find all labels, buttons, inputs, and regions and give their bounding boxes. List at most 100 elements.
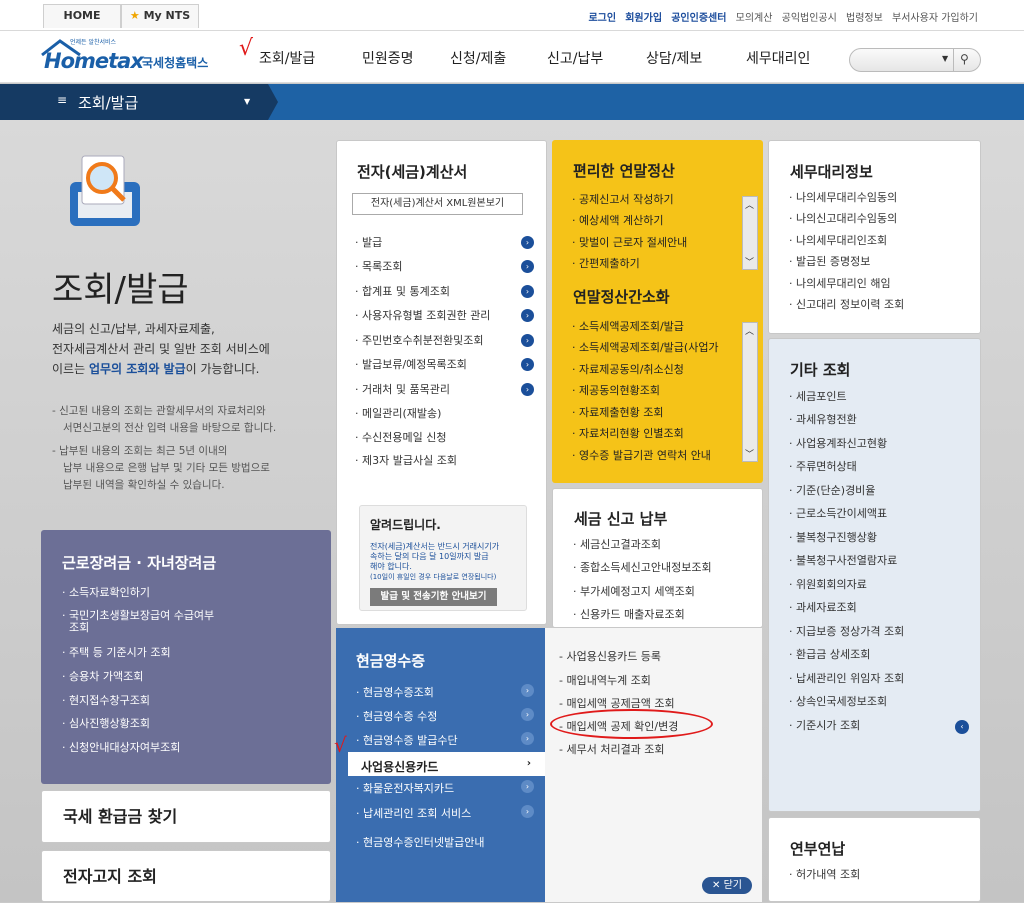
login-link[interactable]: 로그인 xyxy=(588,13,616,24)
cert-center-link[interactable]: 공인인증센터 xyxy=(671,13,726,24)
gnb-item-certificate[interactable]: 민원증명 xyxy=(362,48,414,68)
sub-nav-title[interactable]: 조회/발급 xyxy=(78,92,138,113)
arrow-circle-icon[interactable]: › xyxy=(521,334,534,347)
yearend-item-4[interactable]: · 간편제출하기 xyxy=(572,255,640,271)
purple-item-3[interactable]: · 주택 등 기준시가 조회 xyxy=(62,644,171,660)
simplified-item-6[interactable]: · 자료처리현황 인별조회 xyxy=(572,425,684,441)
deadline-guide-button[interactable]: 발급 및 전송기한 안내보기 xyxy=(370,588,497,606)
etc-item-1[interactable]: · 세금포인트 xyxy=(789,391,847,402)
arrow-circle-icon[interactable]: › xyxy=(521,708,534,721)
cash-item-2[interactable]: · 현금영수증 수정 xyxy=(356,708,437,724)
mynts-tab[interactable]: ★ My NTS xyxy=(121,4,199,28)
yearend-item-3[interactable]: · 맞벌이 근로자 절세안내 xyxy=(572,234,687,250)
chevron-left-circle-icon[interactable]: ‹ xyxy=(955,720,969,734)
etc-item-13[interactable]: · 납세관리인 위임자 조회 xyxy=(789,673,904,684)
purple-item-7[interactable]: · 신청안내대상자여부조회 xyxy=(62,739,180,755)
etc-item-4[interactable]: · 주류면허상태 xyxy=(789,461,857,472)
einvoice-item-3[interactable]: · 합계표 및 통계조회 xyxy=(355,286,450,297)
simplified-item-1[interactable]: · 소득세액공제조회/발급 xyxy=(572,318,684,334)
taxfile-item-4[interactable]: · 신용카드 매출자료조회 xyxy=(573,609,685,620)
agent-item-1[interactable]: · 나의세무대리수임동의 xyxy=(789,192,897,203)
search-icon[interactable]: ⚲ xyxy=(960,52,969,66)
etc-item-6[interactable]: · 근로소득간이세액표 xyxy=(789,508,887,519)
cash-item-1[interactable]: · 현금영수증조회 xyxy=(356,684,434,700)
scroll-up-icon[interactable]: ︿ xyxy=(745,198,754,211)
scroll-up-icon[interactable]: ︿ xyxy=(745,324,754,337)
yearend-item-1[interactable]: · 공제신고서 작성하기 xyxy=(572,191,674,207)
gnb-item-report[interactable]: 신고/납부 xyxy=(547,48,603,68)
einvoice-item-9[interactable]: · 수신전용메일 신청 xyxy=(355,432,446,443)
search-box[interactable]: ▼ ⚲ xyxy=(849,48,981,72)
purple-item-6[interactable]: · 심사진행상황조회 xyxy=(62,715,150,731)
gnb-item-inquiry[interactable]: 조회/발급 xyxy=(259,48,315,68)
gnb-item-apply[interactable]: 신청/제출 xyxy=(450,48,506,68)
simplified-item-3[interactable]: · 자료제공동의/취소신청 xyxy=(572,361,684,377)
agent-item-6[interactable]: · 신고대리 정보이력 조회 xyxy=(789,299,904,310)
einvoice-item-10[interactable]: · 제3자 발급사실 조회 xyxy=(355,455,457,466)
arrow-circle-icon[interactable]: › xyxy=(521,732,534,745)
etc-item-8[interactable]: · 불복청구사전열람자료 xyxy=(789,555,897,566)
etc-item-7[interactable]: · 불복청구진행상황 xyxy=(789,532,877,543)
cash-item-4-selected[interactable]: 사업용신용카드 › xyxy=(348,752,545,776)
simplified-item-2[interactable]: · 소득세액공제조회/발급(사업가 xyxy=(572,339,740,355)
arrow-circle-icon[interactable]: › xyxy=(521,236,534,249)
signup-link[interactable]: 회원가입 xyxy=(625,13,662,24)
purple-item-5[interactable]: · 현지접수창구조회 xyxy=(62,692,150,708)
purple-item-1[interactable]: · 소득자료확인하기 xyxy=(62,584,150,600)
einvoice-item-4[interactable]: · 사용자유형별 조회권한 관리 xyxy=(355,310,490,321)
etc-item-3[interactable]: · 사업용계좌신고현황 xyxy=(789,438,887,449)
sub-item-2[interactable]: - 매입내역누계 조회 xyxy=(559,672,651,688)
einvoice-item-1[interactable]: · 발급 xyxy=(355,237,382,248)
etc-item-10[interactable]: · 과세자료조회 xyxy=(789,602,857,613)
taxfile-item-2[interactable]: · 종합소득세신고안내정보조회 xyxy=(573,562,712,573)
arrow-circle-icon[interactable]: › xyxy=(521,309,534,322)
etc-item-11[interactable]: · 지급보증 정상가격 조회 xyxy=(789,626,904,637)
cash-item-3[interactable]: · 현금영수증 발급수단 xyxy=(356,732,458,748)
sub-item-5[interactable]: - 세무서 처리결과 조회 xyxy=(559,741,665,757)
etc-item-5[interactable]: · 기준(단순)경비율 xyxy=(789,485,875,496)
public-corp-link[interactable]: 공익법인공시 xyxy=(782,13,837,24)
simplified-item-4[interactable]: · 제공동의현황조회 xyxy=(572,382,660,398)
arrow-circle-icon[interactable]: › xyxy=(521,383,534,396)
etc-item-9[interactable]: · 위원회회의자료 xyxy=(789,579,867,590)
einvoice-item-8[interactable]: · 메일관리(재발송) xyxy=(355,408,441,419)
taxfile-item-3[interactable]: · 부가세예정고지 세액조회 xyxy=(573,586,695,597)
installment-item-1[interactable]: · 허가내역 조회 xyxy=(789,869,860,880)
etc-item-14[interactable]: · 상속인국세정보조회 xyxy=(789,696,887,707)
agent-item-3[interactable]: · 나의세무대리인조회 xyxy=(789,235,887,246)
etc-item-2[interactable]: · 과세유형전환 xyxy=(789,414,857,425)
agent-item-5[interactable]: · 나의세무대리인 해임 xyxy=(789,278,891,289)
arrow-circle-icon[interactable]: › xyxy=(521,285,534,298)
agent-item-2[interactable]: · 나의신고대리수임동의 xyxy=(789,213,897,224)
taxfile-item-1[interactable]: · 세금신고결과조회 xyxy=(573,539,661,550)
simplified-item-7[interactable]: · 영수증 발급기관 연락처 안내 xyxy=(572,447,711,463)
dept-user-link[interactable]: 부서사용자 가입하기 xyxy=(892,13,978,24)
scroll-down-icon[interactable]: ﹀ xyxy=(745,447,754,460)
law-info-link[interactable]: 법령정보 xyxy=(846,13,883,24)
simplified-item-5[interactable]: · 자료제출현황 조회 xyxy=(572,404,663,420)
einvoice-item-5[interactable]: · 주민번호수취분전환및조회 xyxy=(355,335,483,346)
scroll-down-icon[interactable]: ﹀ xyxy=(745,255,754,268)
arrow-circle-icon[interactable]: › xyxy=(521,684,534,697)
arrow-circle-icon[interactable]: › xyxy=(521,805,534,818)
einvoice-item-6[interactable]: · 발급보류/예정목록조회 xyxy=(355,359,467,370)
home-tab[interactable]: HOME xyxy=(43,4,121,28)
arrow-circle-icon[interactable]: › xyxy=(521,260,534,273)
gnb-item-consult[interactable]: 상담/제보 xyxy=(646,48,702,68)
purple-item-2b[interactable]: 조회 xyxy=(69,619,89,635)
cash-item-6[interactable]: · 납세관리인 조회 서비스 xyxy=(356,805,471,821)
refund-search-button[interactable]: 국세 환급금 찾기 xyxy=(41,790,331,843)
agent-item-4[interactable]: · 발급된 증명정보 xyxy=(789,256,870,267)
xml-view-button[interactable]: 전자(세금)계산서 XML원본보기 xyxy=(352,193,523,215)
simplified-scrollbar[interactable]: ︿ ﹀ xyxy=(742,322,758,462)
mock-calc-link[interactable]: 모의계산 xyxy=(736,13,773,24)
arrow-circle-icon[interactable]: › xyxy=(521,358,534,371)
yearend-item-2[interactable]: · 예상세액 계산하기 xyxy=(572,212,663,228)
einvoice-item-7[interactable]: · 거래처 및 품목관리 xyxy=(355,384,450,395)
electronic-notice-button[interactable]: 전자고지 조회 xyxy=(41,850,331,902)
gnb-item-agent[interactable]: 세무대리인 xyxy=(746,48,810,68)
search-dropdown-icon[interactable]: ▼ xyxy=(942,54,948,63)
sub-item-1[interactable]: - 사업용신용카드 등록 xyxy=(559,648,661,664)
arrow-circle-icon[interactable]: › xyxy=(521,780,534,793)
cash-item-7[interactable]: · 현금영수증인터넷발급안내 xyxy=(356,834,484,850)
